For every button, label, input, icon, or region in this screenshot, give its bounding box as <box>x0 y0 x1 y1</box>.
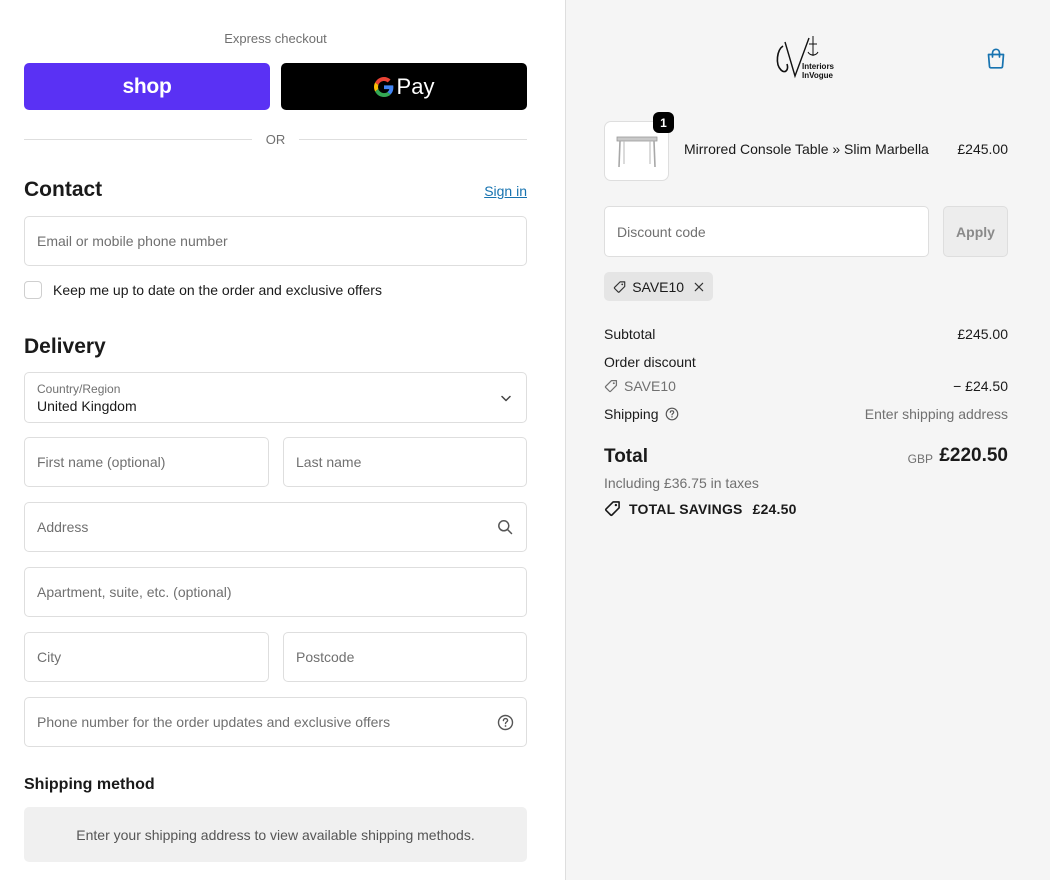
total-savings: TOTAL SAVINGS £24.50 <box>604 500 797 517</box>
shop-pay-button[interactable]: shop <box>24 63 270 110</box>
shipping-label: Shipping <box>604 406 659 422</box>
savings-value: £24.50 <box>752 500 797 517</box>
address-input[interactable] <box>37 519 496 535</box>
express-checkout-title: Express checkout <box>224 31 327 46</box>
remove-code-icon[interactable] <box>694 281 704 293</box>
address-field[interactable] <box>24 502 527 552</box>
order-discount-code: SAVE10 <box>604 378 676 394</box>
postcode-input[interactable] <box>296 649 514 665</box>
savings-label: TOTAL SAVINGS <box>629 500 743 517</box>
google-pay-label: Pay <box>396 73 435 99</box>
email-input[interactable] <box>37 233 514 249</box>
country-select[interactable]: Country/Region United Kingdom <box>24 372 527 423</box>
tag-icon <box>613 280 626 293</box>
shipping-value: Enter shipping address <box>864 406 1008 422</box>
help-circle-icon[interactable] <box>496 713 514 731</box>
discount-code-input[interactable] <box>617 223 916 240</box>
tag-icon <box>604 379 618 393</box>
last-name-field[interactable] <box>283 437 527 487</box>
city-input[interactable] <box>37 649 256 665</box>
applied-discount-chip: SAVE10 <box>604 272 713 301</box>
apply-discount-button[interactable]: Apply <box>943 206 1008 257</box>
shipping-method-heading: Shipping method <box>24 776 155 793</box>
store-logo-text: Interiors InVogue <box>802 62 834 80</box>
google-g-icon <box>373 76 393 97</box>
product-price: £245.00 <box>957 141 1008 157</box>
order-discount-value: − £24.50 <box>953 378 1008 394</box>
sign-in-link[interactable]: Sign in <box>484 183 527 199</box>
subtotal-label: Subtotal <box>604 326 656 342</box>
product-name: Mirrored Console Table » Slim Marbella <box>684 141 929 157</box>
shipping-method-placeholder: Enter your shipping address to view avai… <box>24 807 527 862</box>
city-field[interactable] <box>24 632 269 682</box>
divider-line <box>24 138 252 140</box>
console-table-image <box>616 136 657 168</box>
search-icon[interactable] <box>496 518 514 536</box>
country-label: Country/Region <box>37 382 121 396</box>
newsletter-option[interactable]: Keep me up to date on the order and excl… <box>24 281 382 299</box>
order-discount-code-label: SAVE10 <box>624 378 676 394</box>
delivery-heading: Delivery <box>24 335 106 358</box>
apartment-input[interactable] <box>37 584 514 600</box>
google-pay-button[interactable]: Pay <box>281 63 527 110</box>
email-field[interactable] <box>24 216 527 266</box>
country-value: United Kingdom <box>37 398 137 414</box>
or-divider: OR <box>24 130 527 148</box>
contact-heading: Contact <box>24 178 103 201</box>
total-value: £220.50 <box>939 445 1008 466</box>
first-name-field[interactable] <box>24 437 269 487</box>
newsletter-checkbox[interactable] <box>24 281 42 299</box>
phone-field[interactable] <box>24 697 527 747</box>
postcode-field[interactable] <box>283 632 527 682</box>
first-name-input[interactable] <box>37 454 256 470</box>
apartment-field[interactable] <box>24 567 527 617</box>
last-name-input[interactable] <box>296 454 514 470</box>
taxes-note: Including £36.75 in taxes <box>604 475 759 491</box>
divider-line <box>299 138 527 140</box>
subtotal-value: £245.00 <box>957 326 1008 342</box>
shipping-row-label: Shipping <box>604 406 679 422</box>
checkout-form-panel: Express checkout shop Pay OR Contact Sig… <box>0 0 565 880</box>
applied-code-label: SAVE10 <box>632 278 685 295</box>
quantity-badge: 1 <box>653 112 674 133</box>
phone-input[interactable] <box>37 714 496 730</box>
discount-code-field[interactable] <box>604 206 929 257</box>
logo-line-1: Interiors <box>802 62 835 71</box>
shipping-method-message: Enter your shipping address to view avai… <box>76 826 475 843</box>
help-circle-icon[interactable] <box>665 407 679 421</box>
total-label: Total <box>604 446 648 467</box>
shop-pay-label: shop <box>122 74 172 98</box>
shopping-bag-icon[interactable] <box>984 46 1008 70</box>
total-currency: GBP <box>907 452 933 466</box>
or-label: OR <box>265 131 286 147</box>
chevron-down-icon <box>501 395 511 402</box>
tag-icon <box>605 501 620 516</box>
order-discount-label: Order discount <box>604 354 696 370</box>
logo-line-2: InVogue <box>802 71 833 80</box>
newsletter-label: Keep me up to date on the order and excl… <box>53 282 382 298</box>
